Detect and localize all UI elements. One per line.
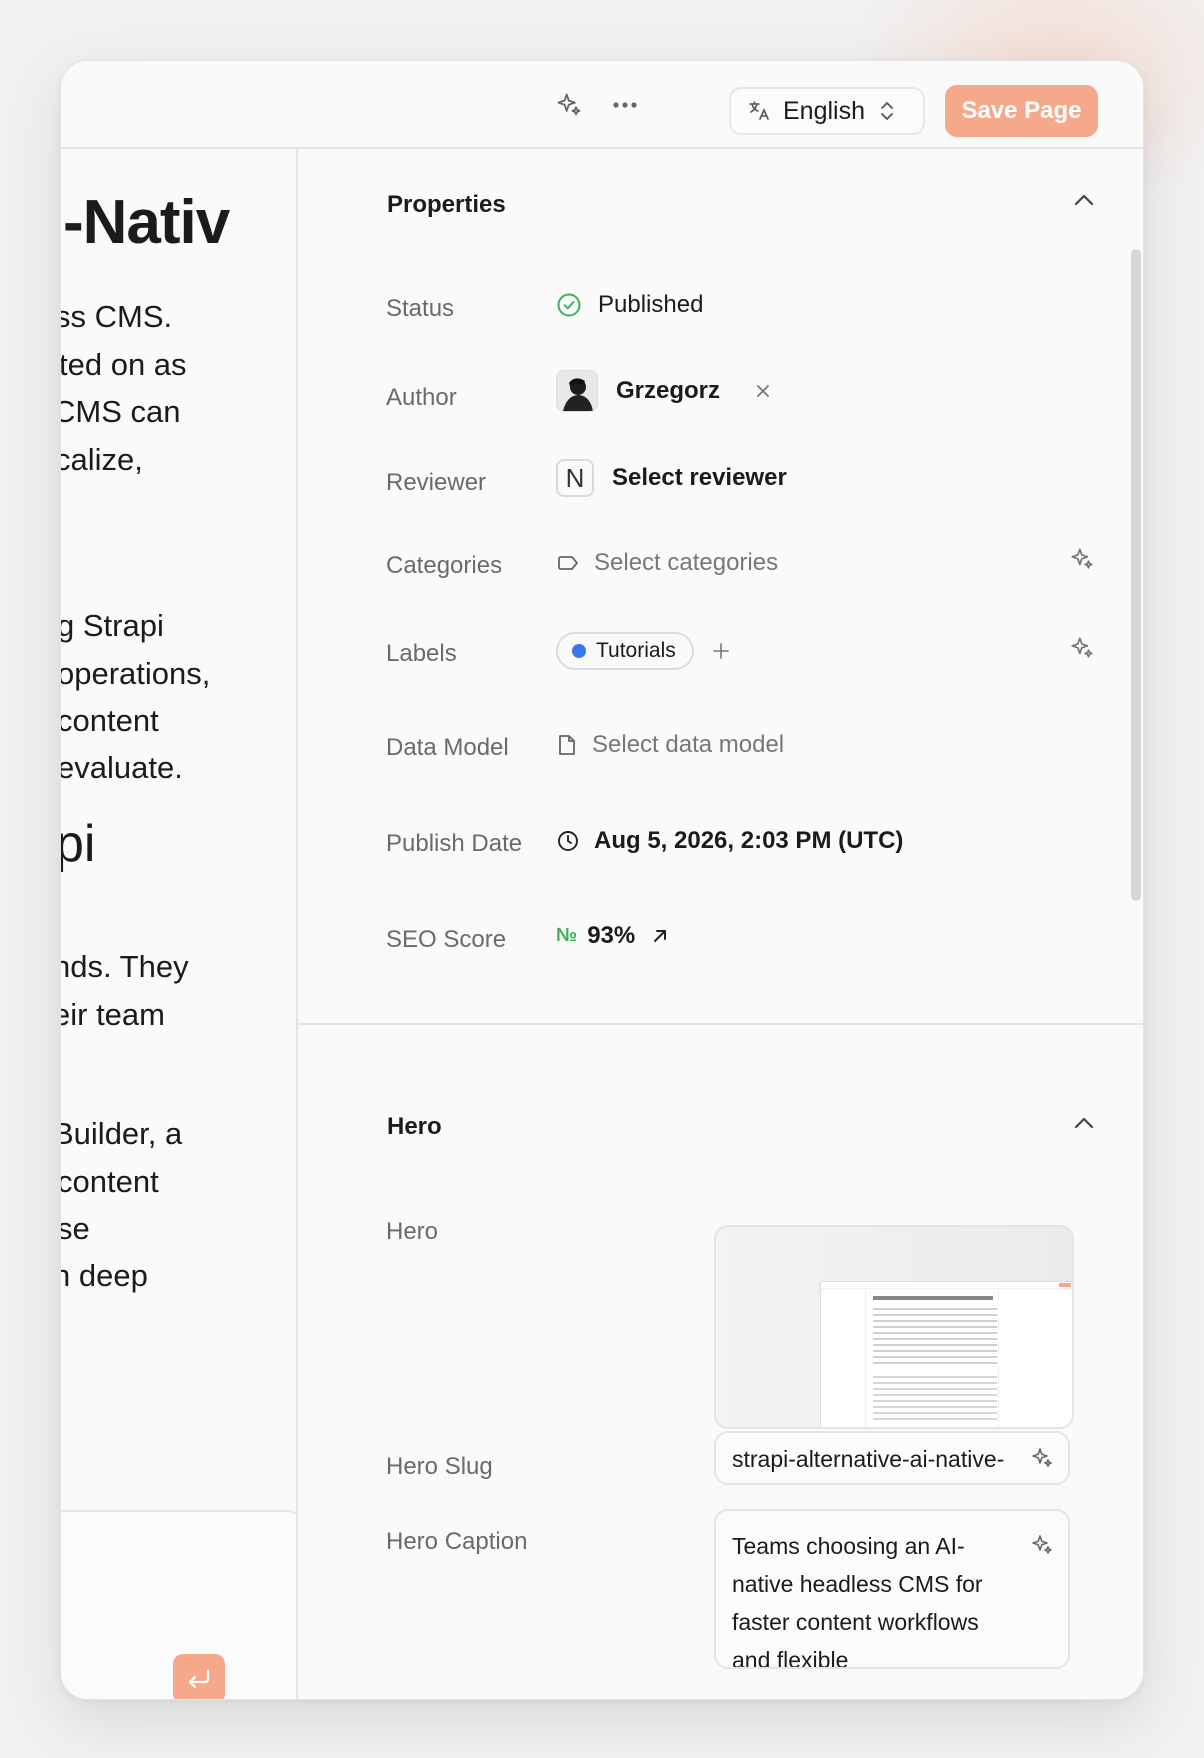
editor-line: ted on as xyxy=(61,347,187,382)
editor-content[interactable]: -Nativ ss CMS. ted on as CMS can calize,… xyxy=(61,149,296,1699)
author-value[interactable]: Grzegorz xyxy=(556,370,770,412)
scrollbar[interactable] xyxy=(1131,249,1141,901)
ai-sparkle-icon[interactable] xyxy=(555,91,583,119)
hero-slug-label: Hero Slug xyxy=(386,1453,493,1480)
publish-date-label: Publish Date xyxy=(386,830,523,857)
document-icon xyxy=(556,733,578,757)
reviewer-select[interactable]: N Select reviewer xyxy=(556,459,787,497)
status-label: Status xyxy=(386,295,455,322)
thumb-topbar xyxy=(821,1282,1072,1289)
editor-line: content xyxy=(61,1164,159,1199)
collapse-hero-icon[interactable] xyxy=(1073,1116,1095,1130)
editor-line: g Strapi xyxy=(61,608,164,643)
chat-input-box[interactable] xyxy=(61,1510,296,1699)
translate-icon xyxy=(747,99,771,123)
app-window: English Save Page -Nativ ss CMS. ted on … xyxy=(60,60,1144,1700)
hero-caption-textarea[interactable]: Teams choosing an AI-native headless CMS… xyxy=(714,1509,1070,1669)
hero-slug-input[interactable]: strapi-alternative-ai-native- xyxy=(714,1431,1070,1485)
language-label: English xyxy=(783,96,865,125)
publish-date-text: Aug 5, 2026, 2:03 PM (UTC) xyxy=(594,827,904,854)
section-divider xyxy=(298,1023,1143,1025)
labels-field: Tutorials xyxy=(556,632,730,670)
categories-label: Categories xyxy=(386,552,503,579)
add-label-icon[interactable] xyxy=(712,642,730,660)
editor-line: evaluate. xyxy=(61,750,183,785)
labels-label: Labels xyxy=(386,640,457,667)
data-model-placeholder: Select data model xyxy=(592,731,785,758)
hero-caption-value: Teams choosing an AI-native headless CMS… xyxy=(732,1533,983,1669)
editor-line: content xyxy=(61,703,159,738)
editor-line: calize, xyxy=(61,442,143,477)
label-chip[interactable]: Tutorials xyxy=(556,632,694,670)
more-options-icon[interactable] xyxy=(611,91,639,119)
language-select[interactable]: English xyxy=(729,87,925,135)
hero-slug-value: strapi-alternative-ai-native- xyxy=(732,1446,1005,1472)
editor-line: se xyxy=(61,1211,90,1246)
seo-number-icon: № xyxy=(556,925,578,946)
hero-image-preview[interactable] xyxy=(714,1225,1074,1429)
seo-score-label: SEO Score xyxy=(386,926,507,953)
editor-line: eir team xyxy=(61,997,165,1032)
screenshot-thumbnail xyxy=(820,1281,1072,1427)
editor-line: n deep xyxy=(61,1258,148,1293)
data-model-select[interactable]: Select data model xyxy=(556,731,784,759)
properties-title: Properties xyxy=(387,191,506,218)
label-chip-text: Tutorials xyxy=(596,639,676,662)
seo-score-text: 93% xyxy=(587,922,636,949)
label-dot xyxy=(572,644,586,658)
thumb-save xyxy=(1059,1283,1071,1287)
author-avatar xyxy=(556,370,598,412)
seo-score-value[interactable]: № 93% xyxy=(556,922,669,950)
reviewer-label: Reviewer xyxy=(386,469,487,496)
data-model-label: Data Model xyxy=(386,734,509,761)
categories-select[interactable]: Select categories xyxy=(556,549,778,577)
categories-placeholder: Select categories xyxy=(594,549,779,576)
ai-caption-sparkle-icon[interactable] xyxy=(1030,1533,1054,1557)
thumb-title xyxy=(873,1296,993,1300)
check-circle-icon xyxy=(556,292,582,318)
send-enter-button[interactable] xyxy=(173,1654,225,1699)
hero-caption-label: Hero Caption xyxy=(386,1528,528,1555)
editor-line: operations, xyxy=(61,656,211,691)
hero-image-label: Hero xyxy=(386,1218,439,1245)
author-label: Author xyxy=(386,384,457,411)
status-text: Published xyxy=(598,291,704,318)
chevron-updown-icon xyxy=(879,99,895,123)
thumb-sidebar xyxy=(821,1289,866,1427)
save-page-button[interactable]: Save Page xyxy=(945,85,1098,137)
external-link-arrow-icon[interactable] xyxy=(651,927,669,945)
hero-section-title: Hero xyxy=(387,1113,442,1140)
editor-line: Builder, a xyxy=(61,1116,183,1151)
editor-line: nds. They xyxy=(61,949,189,984)
clock-icon xyxy=(556,829,580,853)
thumb-text xyxy=(873,1308,997,1368)
status-value[interactable]: Published xyxy=(556,291,703,319)
return-icon xyxy=(188,1669,210,1689)
reviewer-initial-badge: N xyxy=(556,459,594,497)
top-bar: English Save Page xyxy=(61,61,1143,149)
editor-line: CMS can xyxy=(61,394,181,429)
author-name: Grzegorz xyxy=(616,377,721,404)
thumb-props xyxy=(998,1289,1072,1427)
ai-slug-sparkle-icon[interactable] xyxy=(1030,1446,1054,1470)
editor-heading: -Nativ xyxy=(63,188,230,257)
tag-icon xyxy=(556,551,580,575)
ai-suggest-labels-icon[interactable] xyxy=(1069,635,1095,661)
thumb-text xyxy=(873,1376,997,1420)
editor-subheading: pi xyxy=(61,815,96,873)
reviewer-placeholder: Select reviewer xyxy=(612,464,787,491)
remove-author-icon[interactable] xyxy=(756,384,770,398)
editor-line: ss CMS. xyxy=(61,299,173,334)
publish-date-value[interactable]: Aug 5, 2026, 2:03 PM (UTC) xyxy=(556,827,903,855)
ai-suggest-categories-icon[interactable] xyxy=(1069,546,1095,572)
collapse-properties-icon[interactable] xyxy=(1073,193,1095,207)
properties-panel: Properties Status Published Author Grzeg… xyxy=(298,149,1143,1699)
